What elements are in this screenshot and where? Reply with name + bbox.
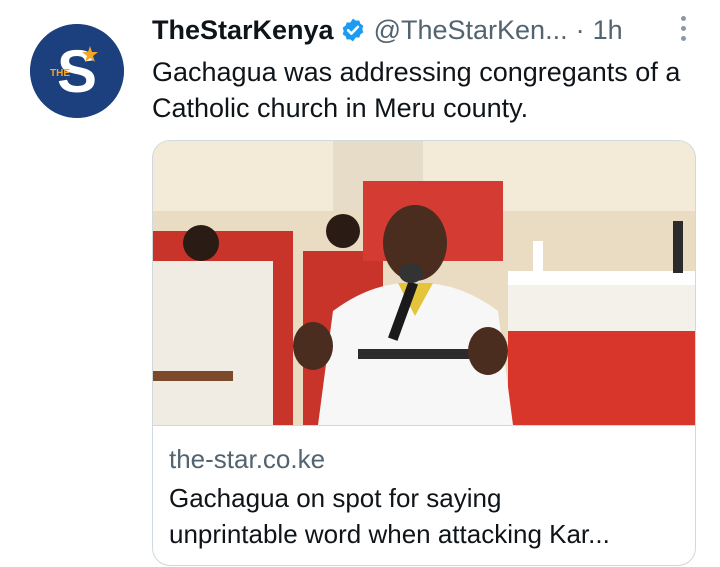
thestar-logo-icon: S THE: [30, 24, 124, 118]
timestamp[interactable]: 1h: [593, 15, 623, 46]
tweet-header: TheStarKenya @TheStarKen... · 1h: [152, 12, 712, 48]
tweet-text: Gachagua was addressing congregants of a…: [152, 57, 681, 123]
more-options-icon[interactable]: [678, 16, 688, 44]
avatar[interactable]: S THE: [30, 24, 124, 118]
logo-small-text: THE: [50, 68, 70, 79]
card-image[interactable]: [153, 141, 695, 425]
display-name[interactable]: TheStarKenya: [152, 15, 334, 46]
separator-dot: ·: [575, 14, 585, 45]
card-body[interactable]: the-star.co.ke Gachagua on spot for sayi…: [153, 425, 695, 565]
verified-badge-icon: [340, 17, 366, 43]
handle[interactable]: @TheStarKen...: [374, 15, 568, 46]
link-card[interactable]: the-star.co.ke Gachagua on spot for sayi…: [152, 140, 696, 566]
card-domain: the-star.co.ke: [169, 444, 326, 474]
card-title: Gachagua on spot for saying unprintable …: [169, 483, 610, 549]
